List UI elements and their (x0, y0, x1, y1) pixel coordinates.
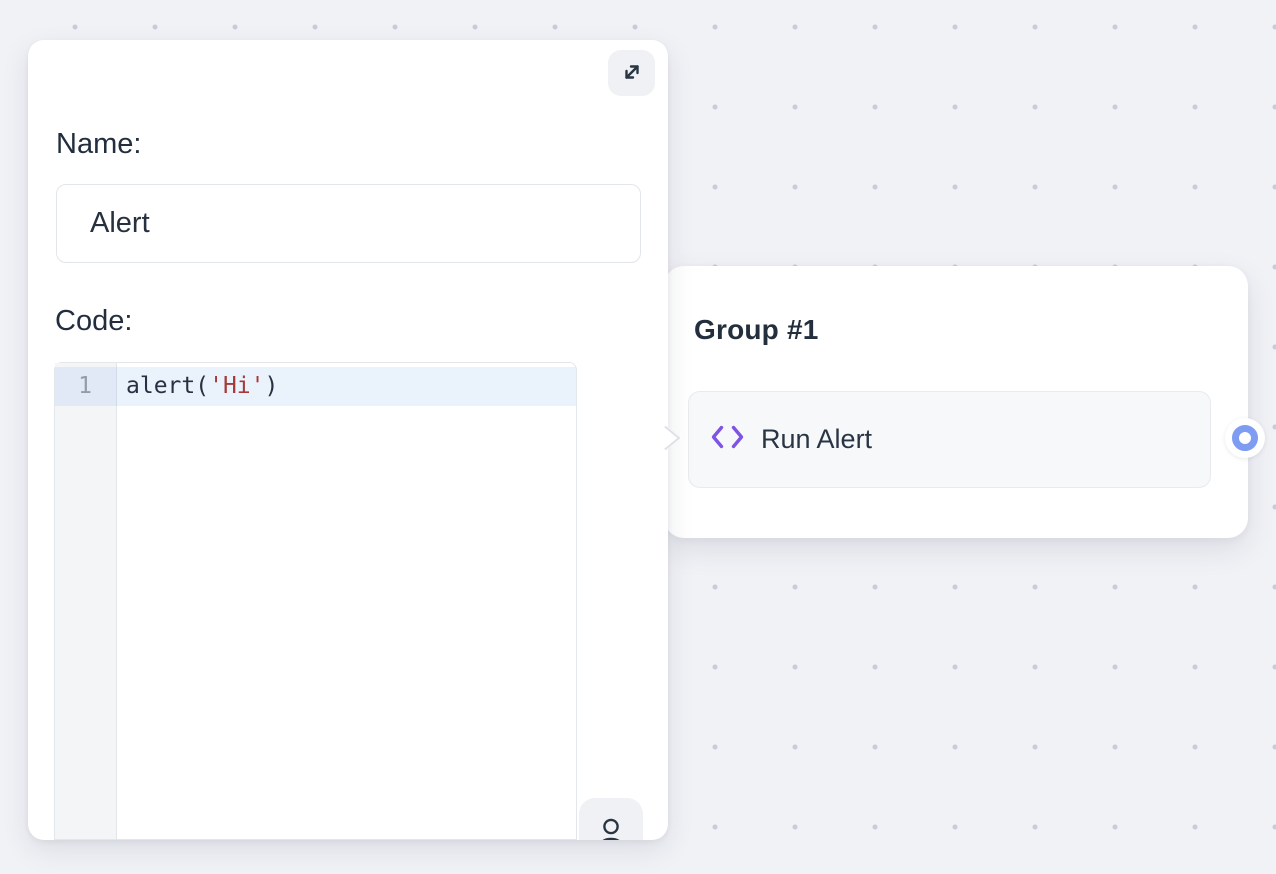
output-handle-ring (1232, 425, 1258, 451)
node-run-alert[interactable]: Run Alert (688, 391, 1211, 488)
expand-button[interactable] (608, 50, 655, 96)
group-title: Group #1 (694, 314, 819, 346)
expand-icon (620, 60, 644, 87)
editor-gutter (55, 363, 117, 839)
connector-arrow (664, 424, 682, 457)
line-number: 1 (55, 367, 117, 406)
group-card[interactable]: Group #1 Run Alert (664, 266, 1248, 538)
node-label: Run Alert (761, 424, 872, 455)
code-token-string: 'Hi' (209, 373, 264, 399)
name-input[interactable] (56, 184, 641, 263)
user-button[interactable] (579, 798, 643, 840)
person-icon (595, 798, 627, 840)
name-label: Name: (56, 128, 141, 161)
code-editor[interactable]: 1 alert('Hi') (54, 362, 577, 840)
code-token: alert( (126, 373, 209, 399)
flow-canvas[interactable]: { "canvas": { "background_color": "#f1f2… (0, 0, 1276, 874)
node-properties-panel: Name: Code: 1 alert('Hi') (28, 40, 668, 840)
code-token: ) (264, 373, 278, 399)
output-handle[interactable] (1225, 418, 1265, 458)
code-line[interactable]: alert('Hi') (126, 367, 278, 406)
code-label: Code: (55, 305, 132, 338)
code-icon (711, 425, 744, 454)
